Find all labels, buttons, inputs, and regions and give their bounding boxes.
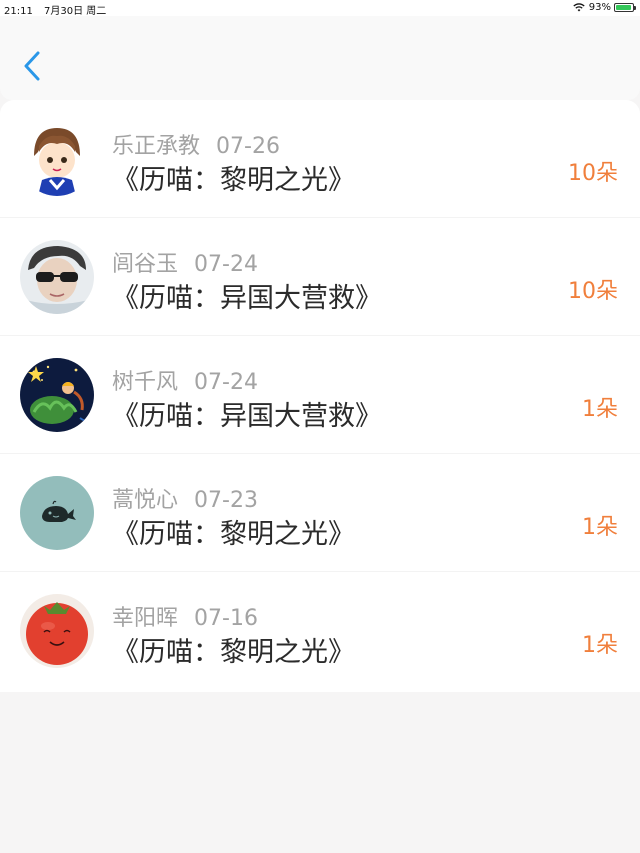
whale-avatar-icon — [20, 476, 94, 550]
status-left: 21:11 7月30日 周二 — [4, 2, 114, 17]
work-title: 《历喵：黎明之光》 — [112, 637, 355, 668]
list-item[interactable]: 蒿悦心 07-23 《历喵：黎明之光》 1朵 — [0, 454, 640, 572]
meta-line: 蒿悦心 07-23 — [112, 482, 258, 513]
list-item[interactable]: 幸阳晖 07-16 《历喵：黎明之光》 1朵 — [0, 572, 640, 690]
back-chevron-icon[interactable] — [22, 50, 42, 82]
send-date: 07-24 — [194, 370, 258, 395]
flower-amount: 1朵 — [582, 397, 618, 422]
avatar[interactable] — [20, 358, 94, 432]
meta-line: 树千风 07-24 — [112, 364, 258, 395]
work-title: 《历喵：黎明之光》 — [112, 519, 355, 550]
nav-bar — [0, 16, 640, 100]
work-title: 《历喵：异国大营救》 — [112, 283, 382, 314]
meta-line: 乐正承教 07-26 — [112, 128, 280, 159]
battery-icon — [614, 3, 636, 12]
status-right: 93% — [573, 2, 636, 13]
flower-amount: 1朵 — [582, 515, 618, 540]
work-title: 《历喵：黎明之光》 — [112, 165, 355, 196]
wifi-icon — [573, 3, 585, 12]
cartoon-boy-avatar-icon — [20, 122, 94, 196]
send-date: 07-24 — [194, 252, 258, 277]
flower-amount: 10朵 — [568, 161, 618, 186]
flower-amount: 10朵 — [568, 279, 618, 304]
send-date: 07-23 — [194, 488, 258, 513]
battery-tip — [634, 6, 636, 10]
sender-name: 闾谷玉 — [112, 252, 179, 277]
sender-name: 幸阳晖 — [112, 606, 179, 631]
sender-name: 乐正承教 — [112, 134, 201, 159]
status-bar: 21:11 7月30日 周二 93% — [0, 0, 640, 17]
avatar[interactable] — [20, 240, 94, 314]
meta-line: 闾谷玉 07-24 — [112, 246, 258, 277]
flower-amount: 1朵 — [582, 633, 618, 658]
photo-avatar-icon — [20, 240, 94, 314]
send-date: 07-26 — [216, 134, 280, 159]
avatar[interactable] — [20, 594, 94, 668]
avatar[interactable] — [20, 476, 94, 550]
list-item[interactable]: 乐正承教 07-26 《历喵：黎明之光》 10朵 — [0, 100, 640, 218]
little-prince-avatar-icon — [20, 358, 94, 432]
list-item[interactable]: 树千风 07-24 《历喵：异国大营救》 1朵 — [0, 336, 640, 454]
sender-name: 树千风 — [112, 370, 179, 395]
meta-line: 幸阳晖 07-16 — [112, 600, 258, 631]
send-date: 07-16 — [194, 606, 258, 631]
list-item[interactable]: 闾谷玉 07-24 《历喵：异国大营救》 10朵 — [0, 218, 640, 336]
sender-name: 蒿悦心 — [112, 488, 179, 513]
gift-record-list: 乐正承教 07-26 《历喵：黎明之光》 10朵 闾谷玉 07-24 《历喵：异国大… — [0, 100, 640, 692]
avatar[interactable] — [20, 122, 94, 196]
work-title: 《历喵：异国大营救》 — [112, 401, 382, 432]
tomato-avatar-icon — [20, 594, 94, 668]
battery-fill — [616, 5, 631, 10]
battery-percent: 93% — [588, 2, 611, 13]
